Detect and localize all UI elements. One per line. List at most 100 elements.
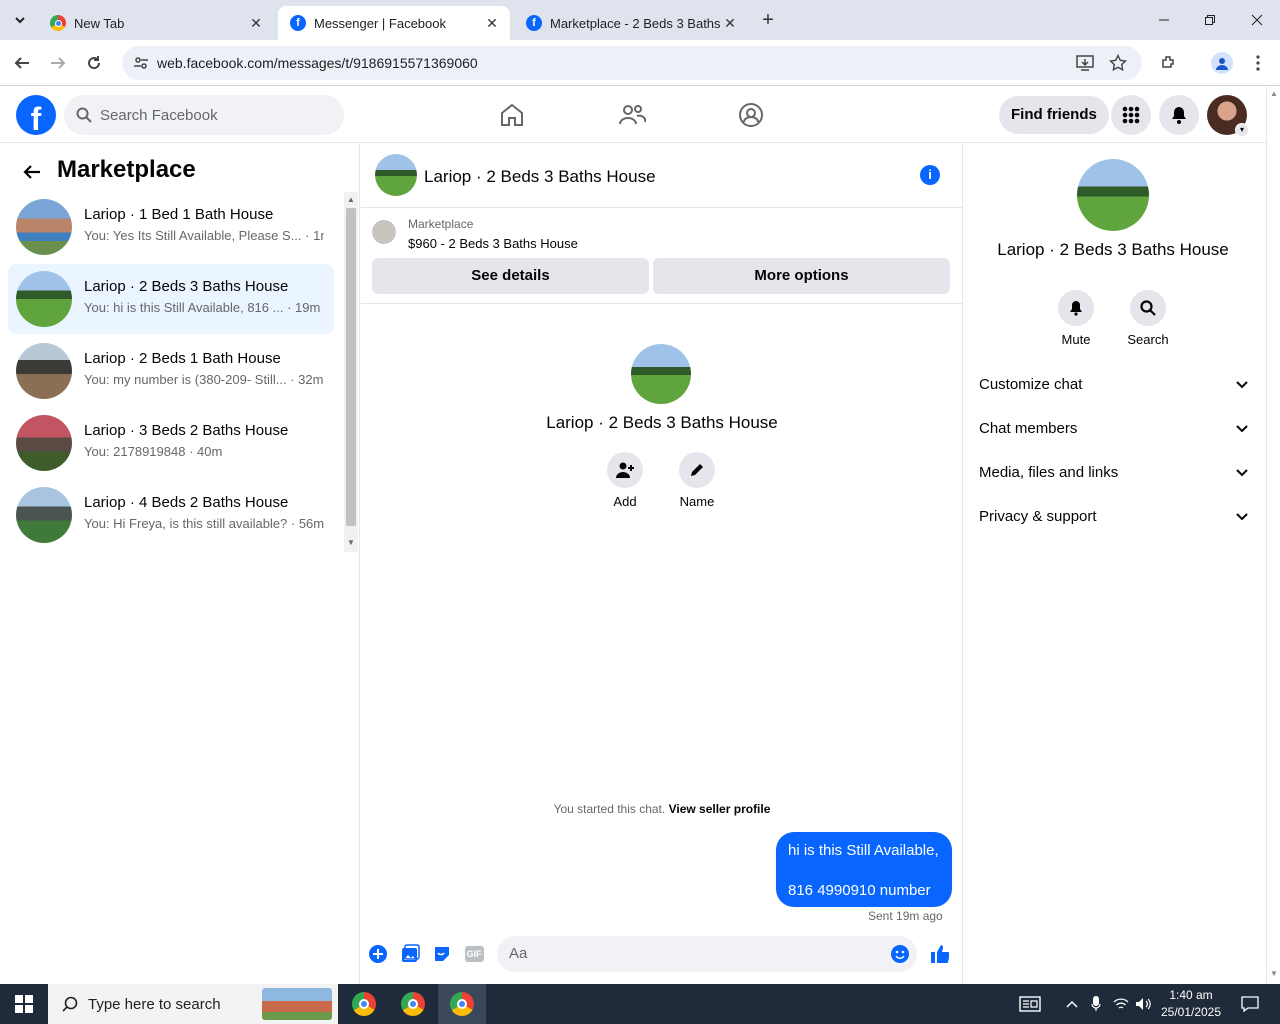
taskbar-search-box[interactable]: Type here to search	[48, 984, 338, 1024]
plus-circle-icon[interactable]	[368, 944, 388, 964]
chevron-down-icon: ▾	[1235, 123, 1249, 137]
info-icon[interactable]: i	[920, 165, 940, 185]
more-options-button[interactable]: More options	[653, 258, 950, 294]
close-tab-icon[interactable]: ✕	[248, 15, 264, 31]
gif-icon[interactable]: GIF	[464, 944, 484, 964]
chrome-app-icon-active[interactable]	[438, 984, 486, 1024]
scroll-up-icon[interactable]: ▲	[347, 195, 355, 204]
url-bar[interactable]: web.facebook.com/messages/t/918691557136…	[122, 46, 1142, 80]
facebook-icon: f	[290, 15, 306, 31]
menu-grid-icon[interactable]	[1111, 95, 1151, 135]
tab-title: Messenger | Facebook	[314, 15, 446, 31]
conversation-item[interactable]: Lariop · 3 Beds 2 Baths House You: 21789…	[8, 408, 334, 478]
search-icon	[76, 107, 92, 123]
windows-start-icon[interactable]	[0, 984, 48, 1024]
emoji-icon[interactable]	[890, 944, 910, 964]
scroll-down-icon[interactable]: ▼	[1270, 969, 1278, 978]
taskbar-clock[interactable]: 1:40 am 25/01/2025	[1156, 987, 1226, 1021]
tab-title: Marketplace - 2 Beds 3 Baths H	[550, 15, 722, 31]
friends-icon[interactable]	[612, 95, 652, 135]
message-input[interactable]: Aa	[497, 936, 917, 972]
mute-button[interactable]: Mute	[1046, 290, 1106, 347]
news-widget-icon[interactable]	[1018, 994, 1042, 1014]
chat-members-section[interactable]: Chat members	[979, 420, 1249, 444]
account-avatar[interactable]: ▾	[1207, 95, 1249, 137]
chat-header: Lariop · 2 Beds 3 Baths House i	[361, 144, 963, 208]
tab-search-chevron-icon[interactable]	[8, 8, 32, 32]
scroll-up-icon[interactable]: ▲	[1270, 89, 1278, 98]
notifications-bell-icon[interactable]	[1159, 95, 1199, 135]
chevron-down-icon	[1236, 425, 1248, 433]
back-arrow-icon[interactable]	[20, 160, 44, 184]
facebook-logo-icon[interactable]: f	[16, 95, 56, 137]
conversation-item-selected[interactable]: Lariop · 2 Beds 3 Baths House You: hi is…	[8, 264, 334, 334]
minimize-icon[interactable]	[1150, 8, 1178, 32]
section-label: Privacy & support	[979, 508, 1097, 525]
close-tab-icon[interactable]: ✕	[484, 15, 500, 31]
section-label: Media, files and links	[979, 464, 1119, 481]
notification-center-icon[interactable]	[1238, 994, 1262, 1014]
forward-arrow-icon[interactable]	[46, 51, 70, 75]
reload-icon[interactable]	[82, 51, 106, 75]
photo-icon[interactable]	[400, 944, 420, 964]
close-window-icon[interactable]	[1243, 8, 1271, 32]
conversation-item[interactable]: Lariop · 1 Bed 1 Bath House You: Yes Its…	[8, 192, 334, 262]
close-tab-icon[interactable]: ✕	[722, 15, 738, 31]
chat-title[interactable]: Lariop · 2 Beds 3 Baths House	[424, 167, 656, 187]
panel-title: Marketplace	[57, 156, 196, 183]
restore-icon[interactable]	[1196, 8, 1224, 32]
tab-new-tab[interactable]: New Tab ✕	[38, 6, 274, 40]
name-label: Name	[679, 494, 715, 509]
see-details-button[interactable]: See details	[372, 258, 649, 294]
show-hidden-icons-chevron-icon[interactable]	[1062, 994, 1082, 1014]
bookmark-star-icon[interactable]	[1108, 53, 1128, 77]
tab-messenger[interactable]: f Messenger | Facebook ✕	[278, 6, 510, 40]
search-placeholder: Search Facebook	[100, 106, 218, 124]
home-icon[interactable]	[492, 95, 532, 135]
chrome-app-icon[interactable]	[340, 984, 388, 1024]
browser-menu-icon[interactable]	[1246, 51, 1270, 75]
wifi-icon[interactable]	[1111, 994, 1131, 1014]
install-app-icon[interactable]	[1076, 54, 1094, 77]
facebook-header: f Search Facebook Find friends ▾	[0, 87, 1266, 143]
privacy-support-section[interactable]: Privacy & support	[979, 508, 1249, 532]
conversation-snippet: You: Yes Its Still Available, Please S..…	[84, 228, 324, 243]
add-people-button[interactable]: Add	[595, 452, 655, 509]
search-facebook-input[interactable]: Search Facebook	[64, 95, 344, 135]
listing-thumbnail	[16, 271, 72, 327]
mute-label: Mute	[1061, 332, 1091, 347]
profile-icon[interactable]	[1210, 51, 1234, 75]
chat-avatar[interactable]	[375, 154, 417, 196]
listing-thumbnail	[16, 343, 72, 399]
page-scrollbar[interactable]: ▲ ▼	[1266, 87, 1280, 984]
find-friends-button[interactable]: Find friends	[999, 96, 1109, 134]
pencil-icon	[679, 452, 715, 488]
conversation-item[interactable]: Lariop · 2 Beds 1 Bath House You: my num…	[8, 336, 334, 406]
groups-profile-icon[interactable]	[731, 95, 771, 135]
chat-panel: Lariop · 2 Beds 3 Baths House i Marketpl…	[361, 144, 963, 984]
chrome-app-icon[interactable]	[389, 984, 437, 1024]
message-composer: GIF Aa	[361, 934, 963, 974]
extensions-puzzle-icon[interactable]	[1157, 51, 1181, 75]
conversation-scrollbar[interactable]: ▲ ▼	[344, 192, 358, 552]
scrollbar-thumb[interactable]	[346, 208, 356, 526]
sent-message-bubble[interactable]: hi is this Still Available, 816 4990910 …	[776, 832, 952, 907]
new-tab-plus-icon[interactable]: +	[758, 10, 778, 30]
site-settings-icon[interactable]	[133, 55, 149, 76]
volume-icon[interactable]	[1134, 994, 1154, 1014]
microphone-icon[interactable]	[1086, 994, 1106, 1014]
scroll-down-icon[interactable]: ▼	[347, 538, 355, 547]
chat-details-panel: Lariop · 2 Beds 3 Baths House Mute Searc…	[964, 144, 1266, 984]
thumbs-up-icon[interactable]	[929, 944, 949, 964]
conversation-name: Lariop · 2 Beds 1 Bath House	[84, 350, 281, 367]
back-arrow-icon[interactable]	[10, 51, 34, 75]
conversation-item[interactable]: Lariop · 4 Beds 2 Baths House You: Hi Fr…	[8, 480, 334, 550]
media-files-links-section[interactable]: Media, files and links	[979, 464, 1249, 488]
view-seller-profile-link[interactable]: View seller profile	[669, 802, 771, 816]
name-chat-button[interactable]: Name	[667, 452, 727, 509]
search-in-chat-button[interactable]: Search	[1118, 290, 1178, 347]
customize-chat-section[interactable]: Customize chat	[979, 376, 1249, 400]
conversation-name: Lariop · 1 Bed 1 Bath House	[84, 206, 274, 223]
sticker-icon[interactable]	[432, 944, 452, 964]
tab-marketplace[interactable]: f Marketplace - 2 Beds 3 Baths H ✕	[514, 6, 748, 40]
